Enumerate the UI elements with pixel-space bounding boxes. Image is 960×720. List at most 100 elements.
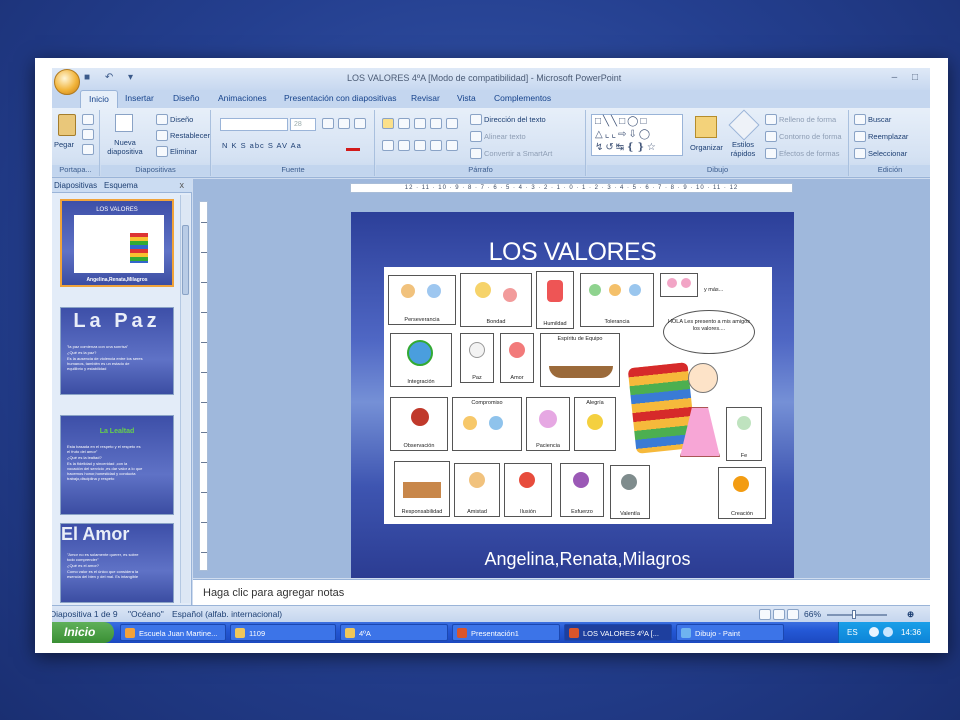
zoom-slider-knob[interactable] [852,610,856,619]
smartart-button[interactable]: Convertir a SmartArt [484,149,552,158]
taskbar-item[interactable]: Escuela Juan Martine... [120,624,226,641]
text-direction-button[interactable]: Dirección del texto [484,115,546,124]
find-icon[interactable] [854,114,866,125]
notes-pane[interactable]: Haga clic para agregar notas [193,579,930,605]
arrange-button[interactable]: Organizar [690,143,723,152]
tab-inicio[interactable]: Inicio [80,90,118,109]
quick-access-toolbar[interactable]: ■ ↶ ▾ [84,72,139,83]
close-icon[interactable]: x [180,180,185,190]
thumb-2-title: La Paz [73,310,161,332]
text-direction-icon[interactable] [470,114,482,125]
shape-fill-icon[interactable] [765,114,777,125]
sorter-view-icon[interactable] [773,609,785,620]
shape-outline-icon[interactable] [765,131,777,142]
slides-panel: Diapositivas Esquema x LOS VALORES Angel… [52,179,192,605]
notes-placeholder[interactable]: Haga clic para agregar notas [203,587,344,599]
grow-font-icon[interactable] [322,118,334,129]
slide-thumbnail-4[interactable]: El Amor "Amor no es solamente querer, es… [60,523,174,603]
layout-icon[interactable] [156,114,168,125]
delete-icon[interactable] [156,146,168,157]
new-slide-icon[interactable] [115,114,133,132]
shape-effects-icon[interactable] [765,148,777,159]
zoom-in-icon[interactable]: ⊕ [907,609,914,620]
tab-slides-panel[interactable]: Diapositivas [54,181,97,190]
font-name-field[interactable] [220,118,288,131]
values-collage-image[interactable]: Perseverancia Bondad Humildad Tolerancia [384,267,772,524]
select-button[interactable]: Seleccionar [868,149,907,158]
taskbar-item-active[interactable]: LOS VALORES 4ºA [... [564,624,672,641]
align-center-icon[interactable] [398,140,410,151]
window-controls[interactable]: – □ [892,72,924,83]
shrink-font-icon[interactable] [338,118,350,129]
font-size-field[interactable]: 28 [290,118,316,131]
align-right-icon[interactable] [414,140,426,151]
paste-icon[interactable] [58,114,76,136]
shape-effects-button[interactable]: Efectos de formas [779,149,839,158]
taskbar-item[interactable]: Dibujo - Paint [676,624,784,641]
font-color-icon[interactable] [346,140,360,151]
tab-diseno[interactable]: Diseño [173,93,199,103]
line-spacing-icon[interactable] [446,118,458,129]
reset-icon[interactable] [156,130,168,141]
zoom-slider[interactable] [827,614,887,616]
language-code[interactable]: ES [847,628,858,637]
office-button[interactable] [54,69,80,95]
slide-thumbnail-1[interactable]: LOS VALORES Angelina,Renata,Milagros [60,199,174,287]
smartart-icon[interactable] [470,148,482,159]
copy-icon[interactable] [82,129,94,140]
increase-indent-icon[interactable] [430,118,442,129]
taskbar-item[interactable]: 1109 [230,624,336,641]
align-text-icon[interactable] [470,131,482,142]
tab-complementos[interactable]: Complementos [494,93,551,103]
quick-styles-button[interactable]: Estilos rápidos [728,140,758,158]
find-button[interactable]: Buscar [868,115,891,124]
clear-format-icon[interactable] [354,118,366,129]
panel-scrollbar[interactable] [180,195,190,603]
tab-revisar[interactable]: Revisar [411,93,440,103]
paste-button[interactable]: Pegar [54,140,74,149]
columns-icon[interactable] [446,140,458,151]
taskbar-item[interactable]: 4ºA [340,624,448,641]
align-text-button[interactable]: Alinear texto [484,132,526,141]
shape-fill-button[interactable]: Relleno de forma [779,115,836,124]
slideshow-view-icon[interactable] [787,609,799,620]
select-icon[interactable] [854,148,866,159]
numbering-icon[interactable] [398,118,410,129]
current-slide[interactable]: LOS VALORES Perseverancia Bondad Humilda… [351,212,794,578]
shapes-gallery[interactable]: □╲╲□◯□ △⌞⌞⇨⇩◯ ↯↺↹❴❵☆ [591,114,683,156]
layout-button[interactable]: Diseño [170,115,193,124]
taskbar-item[interactable]: Presentación1 [452,624,560,641]
font-format-buttons[interactable]: N K S abc S AV Aa [222,141,302,150]
tab-insertar[interactable]: Insertar [125,93,154,103]
replace-button[interactable]: Reemplazar [868,132,908,141]
format-painter-icon[interactable] [82,144,94,155]
zoom-level[interactable]: 66% [804,609,821,619]
slide-subtitle[interactable]: Angelina,Renata,Milagros [351,549,794,570]
slide-title[interactable]: LOS VALORES [351,238,794,267]
quick-styles-icon[interactable] [728,109,760,141]
volume-icon[interactable] [883,627,893,637]
decrease-indent-icon[interactable] [414,118,426,129]
panel-scroll-thumb[interactable] [182,225,189,295]
network-icon[interactable] [869,627,879,637]
slide-thumbnail-3[interactable]: La Lealtad Esta basada en el respeto y e… [60,415,174,515]
align-left-icon[interactable] [382,140,394,151]
new-slide-button[interactable]: Nueva diapositiva [107,138,143,156]
tab-outline-panel[interactable]: Esquema [104,181,138,190]
language-indicator[interactable]: Español (alfab. internacional) [172,609,282,619]
justify-icon[interactable] [430,140,442,151]
arrange-icon[interactable] [695,116,717,138]
reset-button[interactable]: Restablecer [170,131,210,140]
delete-button[interactable]: Eliminar [170,147,197,156]
tab-vista[interactable]: Vista [457,93,476,103]
tab-presentacion[interactable]: Presentación con diapositivas [284,93,396,103]
group-label-font: Fuente [212,165,374,176]
tab-animaciones[interactable]: Animaciones [218,93,267,103]
slide-thumbnail-2[interactable]: La Paz "la paz comienza con una sonrisa"… [60,307,174,395]
normal-view-icon[interactable] [759,609,771,620]
cut-icon[interactable] [82,114,94,125]
start-button[interactable]: Inicio [52,622,114,643]
replace-icon[interactable] [854,131,866,142]
bullets-icon[interactable] [382,118,394,129]
shape-outline-button[interactable]: Contorno de forma [779,132,842,141]
